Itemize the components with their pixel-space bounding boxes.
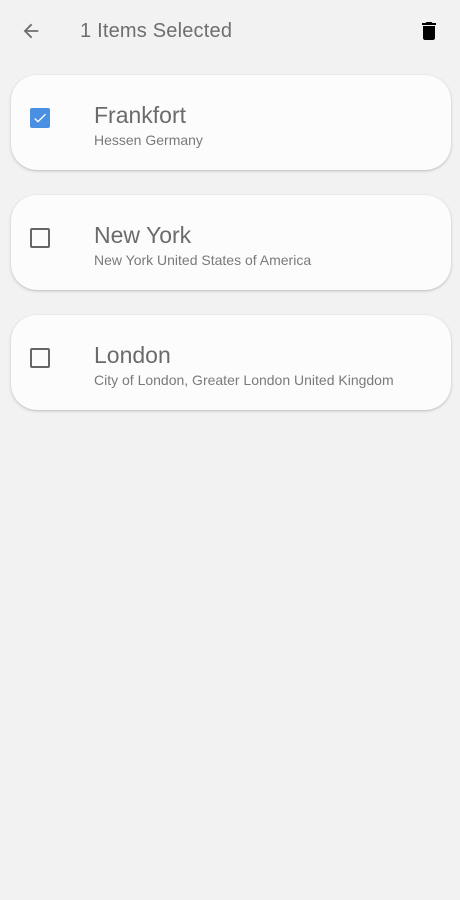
item-title: London <box>94 342 171 368</box>
list-item[interactable]: New York New York United States of Ameri… <box>11 195 451 290</box>
trash-icon <box>422 22 436 40</box>
app-bar: 1 Items Selected <box>0 0 460 62</box>
item-title: Frankfort <box>94 102 187 128</box>
item-subtitle: City of London, Greater London United Ki… <box>94 372 394 388</box>
item-title: New York <box>94 222 192 248</box>
item-checkbox[interactable] <box>30 228 50 248</box>
check-icon <box>34 113 46 123</box>
item-checkbox[interactable] <box>30 108 50 128</box>
page-title: 1 Items Selected <box>80 20 233 42</box>
item-subtitle: New York United States of America <box>94 252 312 268</box>
back-button[interactable] <box>12 12 50 50</box>
arrow-back-icon <box>23 23 39 39</box>
item-subtitle: Hessen Germany <box>94 132 203 148</box>
delete-button[interactable] <box>410 12 448 50</box>
item-checkbox[interactable] <box>30 348 50 368</box>
list-item[interactable]: London City of London, Greater London Un… <box>11 315 451 410</box>
list-item[interactable]: Frankfort Hessen Germany <box>11 75 451 170</box>
location-list: Frankfort Hessen Germany New York New Yo… <box>11 75 451 435</box>
